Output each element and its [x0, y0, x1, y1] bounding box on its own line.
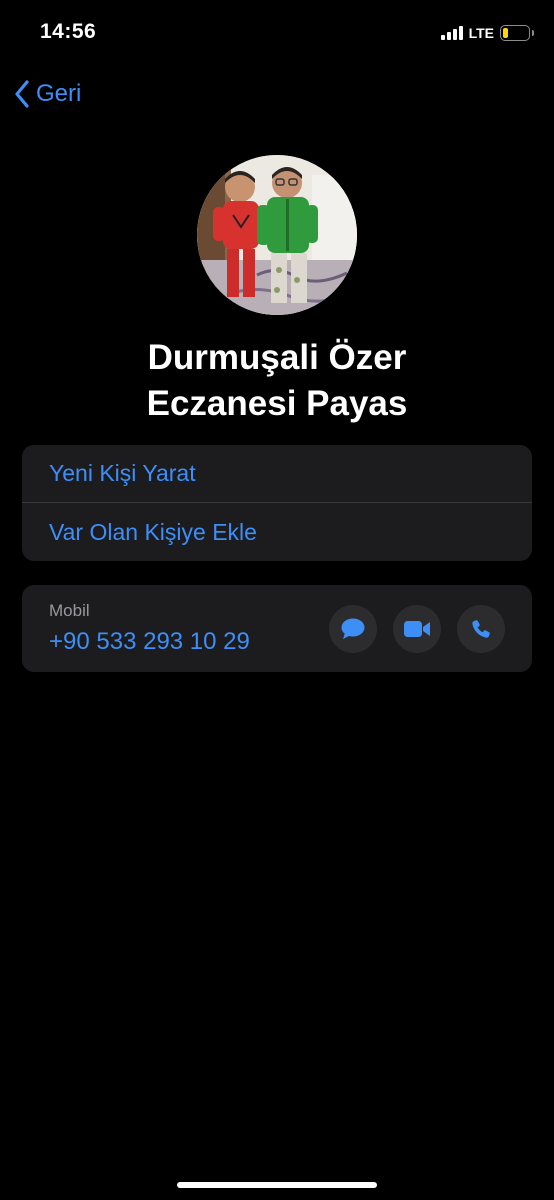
battery-level [503, 28, 508, 38]
video-call-button[interactable] [393, 605, 441, 653]
contact-name-line2: Eczanesi Payas [146, 384, 408, 423]
phone-number[interactable]: +90 533 293 10 29 [49, 628, 250, 656]
back-button[interactable]: Geri [14, 74, 81, 114]
contact-actions-card: Yeni Kişi Yarat Var Olan Kişiye Ekle [22, 445, 532, 561]
chevron-left-icon [14, 80, 30, 108]
add-to-existing-contact-button[interactable]: Var Olan Kişiye Ekle [22, 503, 532, 561]
contact-photo [197, 155, 357, 315]
message-icon [340, 617, 366, 641]
signal-strength-icon [440, 26, 463, 40]
battery-icon [500, 25, 534, 41]
message-button[interactable] [329, 605, 377, 653]
video-icon [403, 619, 431, 639]
back-button-label: Geri [36, 80, 82, 107]
phone-label: Mobil [49, 601, 90, 620]
phone-icon [470, 618, 492, 640]
network-type: LTE [468, 25, 494, 41]
status-indicators: LTE [440, 22, 534, 44]
create-new-contact-button[interactable]: Yeni Kişi Yarat [22, 445, 532, 503]
status-time: 14:56 [40, 20, 97, 43]
phone-card: Mobil +90 533 293 10 29 [22, 585, 532, 672]
contact-name-line1: Durmuşali Özer [147, 338, 407, 377]
home-indicator[interactable] [177, 1182, 377, 1188]
call-button[interactable] [457, 605, 505, 653]
status-bar: 14:56 LTE [0, 0, 554, 66]
contact-name: Durmuşali Özer Eczanesi Payas [0, 335, 554, 427]
